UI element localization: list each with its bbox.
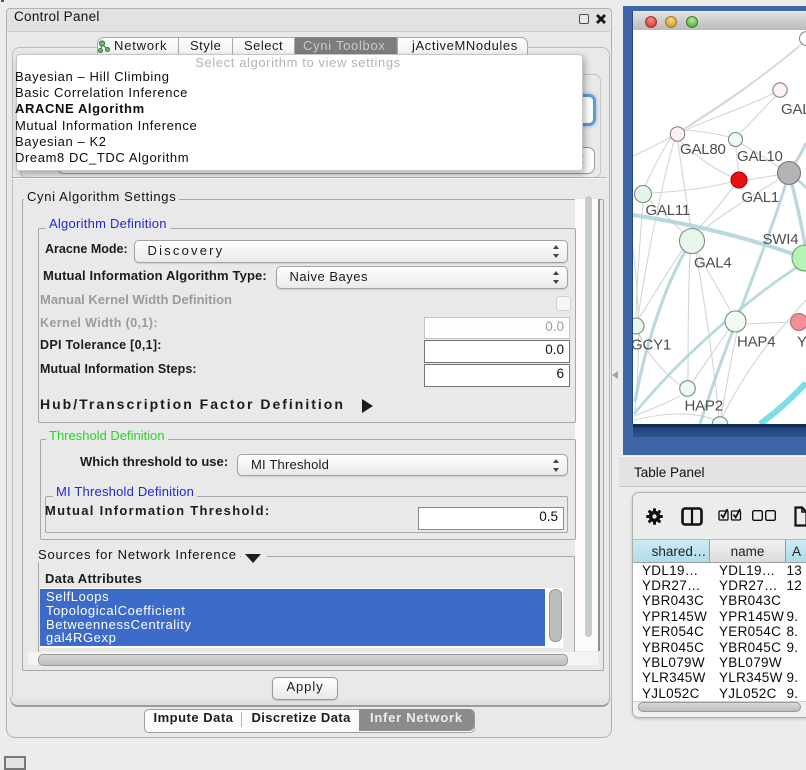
svg-text:GAL4: GAL4 — [694, 255, 732, 272]
svg-text:HAP2: HAP2 — [685, 398, 723, 415]
svg-text:Y: Y — [797, 334, 806, 351]
svg-text:HAP4: HAP4 — [737, 334, 775, 351]
svg-text:GAL1: GAL1 — [742, 189, 780, 206]
svg-text:GAL80: GAL80 — [680, 141, 726, 158]
svg-text:GAL10: GAL10 — [737, 148, 783, 165]
svg-text:GCY1: GCY1 — [633, 337, 671, 354]
svg-text:SWI4: SWI4 — [763, 231, 799, 248]
svg-text:GAL7: GAL7 — [781, 101, 806, 118]
svg-text:GAL11: GAL11 — [646, 202, 691, 219]
